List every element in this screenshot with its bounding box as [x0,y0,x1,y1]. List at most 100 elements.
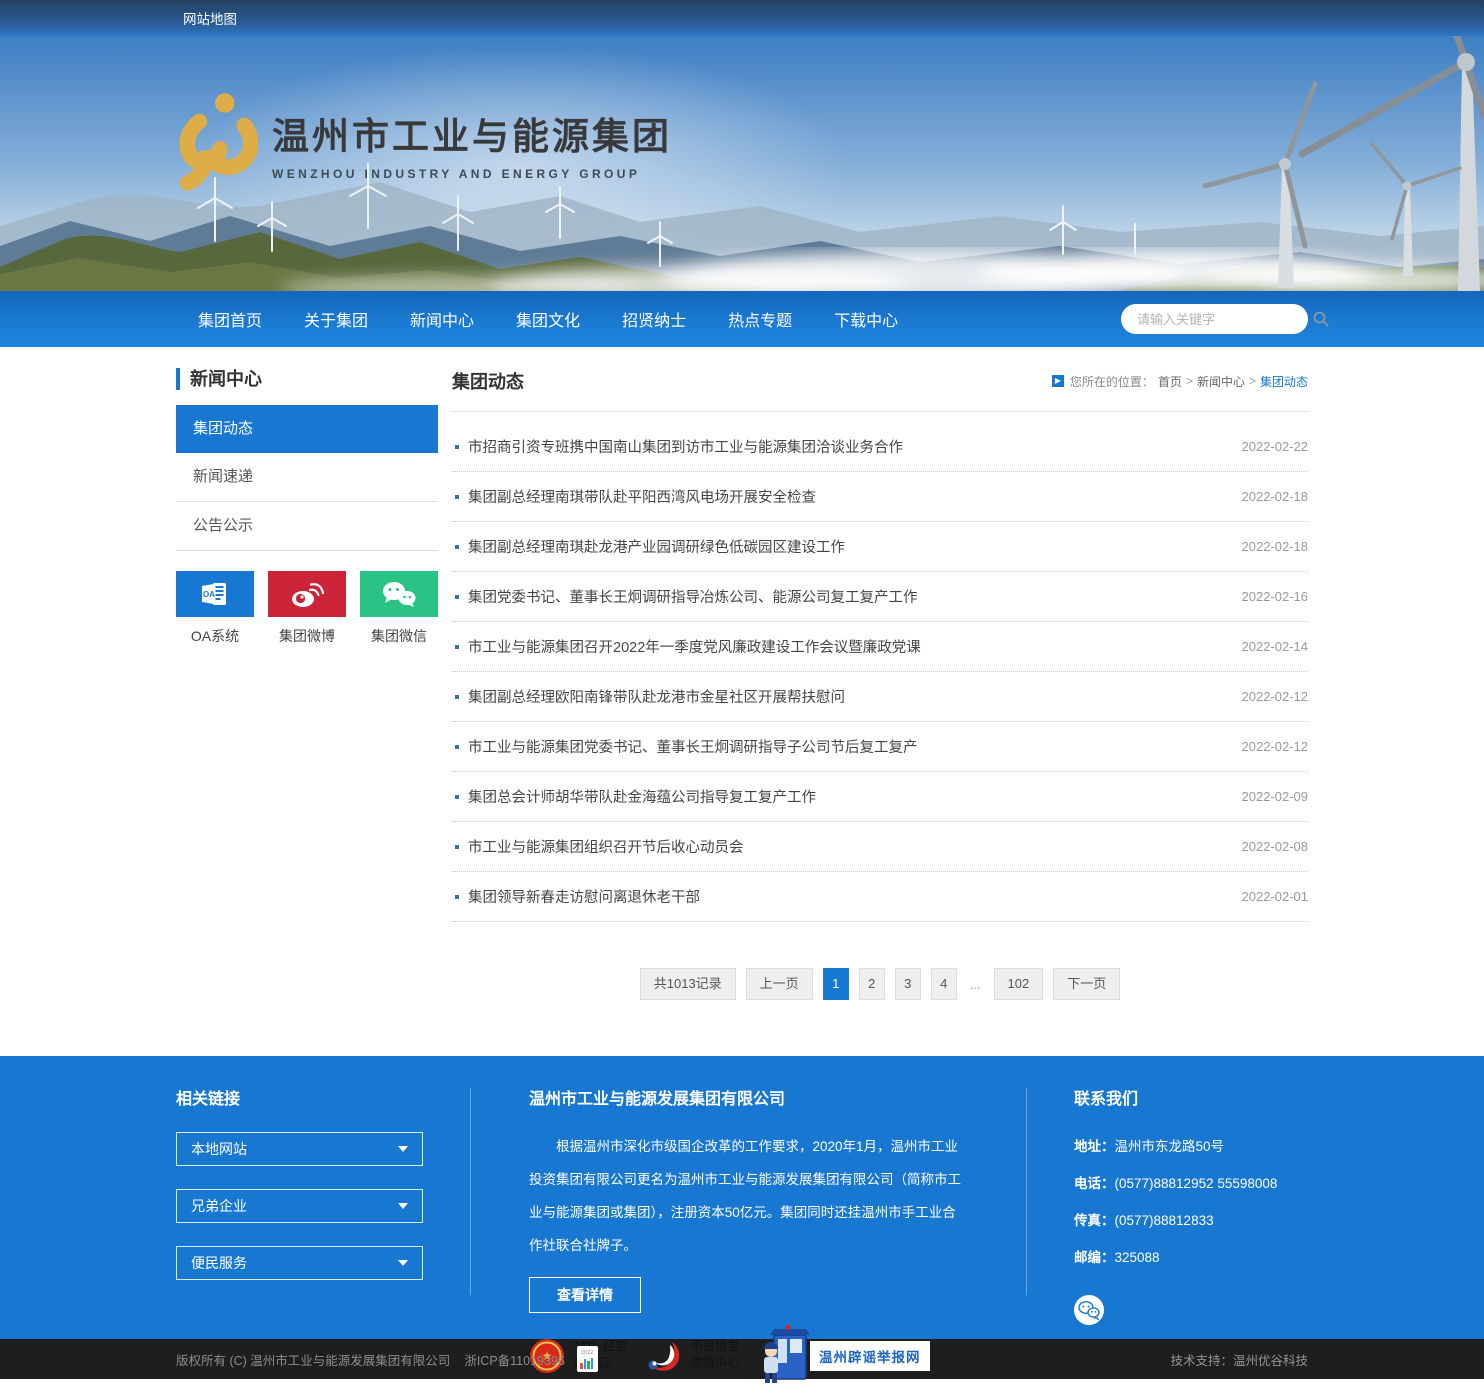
chevron-down-icon [398,1146,408,1152]
chevron-down-icon [398,1260,408,1266]
nav-item-about[interactable]: 关于集团 [304,307,368,331]
breadcrumb-current[interactable]: 集团动态 [1260,373,1308,390]
nav-item-download[interactable]: 下载中心 [834,307,898,331]
news-item[interactable]: 集团副总经理南琪赴龙港产业园调研绿色低碳园区建设工作2022-02-18 [452,522,1308,572]
shortcut-weibo[interactable]: 集团微博 [268,571,346,646]
chevron-down-icon [398,1203,408,1209]
pagination: 共1013记录 上一页 1 2 3 4 ... 102 下一页 [452,968,1308,1000]
news-item[interactable]: 市工业与能源集团党委书记、董事长王炯调研指导子公司节后复工复产2022-02-1… [452,722,1308,772]
top-bar: 网站地图 [0,0,1484,36]
footer-select-sister-companies[interactable]: 兄弟企业 [176,1189,423,1223]
pagination-prev-button[interactable]: 上一页 [746,968,813,1000]
news-section: 集团动态 ▶ 您所在的位置： 首页 > 新闻中心 > 集团动态 市招商引资专班携… [452,363,1308,1000]
bullet-icon [455,495,459,499]
main-content: 新闻中心 集团动态 新闻速递 公告公示 OA [0,347,1484,1056]
news-item[interactable]: 集团党委书记、董事长王炯调研指导冶炼公司、能源公司复工复产工作2022-02-1… [452,572,1308,622]
search-input[interactable] [1137,312,1313,327]
footer-select-services[interactable]: 便民服务 [176,1246,423,1280]
breadcrumb-home[interactable]: 首页 [1158,373,1182,390]
pagination-page-last[interactable]: 102 [994,968,1044,1000]
copyright-text: 版权所有 (C) 温州市工业与能源发展集团有限公司 [176,1350,450,1369]
police-mascot-icon [754,1325,810,1387]
nav-item-culture[interactable]: 集团文化 [516,307,580,331]
nav-item-news[interactable]: 新闻中心 [410,307,474,331]
shortcut-wechat[interactable]: 集团微信 [360,571,438,646]
contact-phone: 电话：(0577)88812952 55598008 [1074,1172,1308,1192]
news-item[interactable]: 市工业与能源集团召开2022年一季度党风廉政建设工作会议暨廉政党课2022-02… [452,622,1308,672]
bullet-icon [455,795,459,799]
footer-company-title: 温州市工业与能源发展集团有限公司 [529,1085,968,1109]
news-item[interactable]: 市招商引资专班携中国南山集团到访市工业与能源集团洽谈业务合作2022-02-22 [452,422,1308,472]
news-list: 市招商引资专班携中国南山集团到访市工业与能源集团洽谈业务合作2022-02-22… [452,422,1308,922]
page-title: 集团动态 [452,368,524,394]
contact-fax: 传真：(0577)88812833 [1074,1209,1308,1229]
footer-contact-title: 联系我们 [1074,1085,1308,1109]
bullet-icon [455,845,459,849]
piyao-label: 温州辟谣举报网 [810,1341,930,1371]
logo-icon [176,92,258,194]
location-icon: ▶ [1052,375,1064,387]
shortcut-label: OA系统 [176,626,254,646]
piyao-report-badge[interactable]: 温州辟谣举报网 [754,1325,930,1387]
bullet-icon [455,645,459,649]
main-nav: 集团首页 关于集团 新闻中心 集团文化 招贤纳士 热点专题 下载中心 [0,291,1484,347]
shortcut-oa-system[interactable]: OA OA系统 [176,571,254,646]
contact-address: 地址：温州市东龙路50号 [1074,1135,1308,1155]
bullet-icon [455,695,459,699]
shortcut-label: 集团微信 [360,626,438,646]
pagination-page-4[interactable]: 4 [931,968,957,1000]
sidebar-shortcuts: OA OA系统 集团微博 [176,571,438,646]
nav-item-topics[interactable]: 热点专题 [728,307,792,331]
bullet-icon [455,445,459,449]
footer-select-local-sites[interactable]: 本地网站 [176,1132,423,1166]
pagination-page-2[interactable]: 2 [859,968,885,1000]
pagination-page-3[interactable]: 3 [895,968,921,1000]
pagination-total: 共1013记录 [640,968,736,1000]
wechat-icon [381,580,417,608]
search-icon[interactable] [1313,311,1329,327]
footer-company-description: 根据温州市深化市级国企改革的工作要求，2020年1月，温州市工业投资集团有限公司… [529,1130,968,1262]
oa-document-icon: OA [200,582,230,606]
tech-support-text: 技术支持：温州优谷科技 [1170,1350,1308,1369]
pagination-ellipsis: ... [970,977,981,992]
news-item[interactable]: 集团副总经理南琪带队赴平阳西湾风电场开展安全检查2022-02-18 [452,472,1308,522]
weibo-icon [290,580,324,608]
news-item[interactable]: 集团总会计师胡华带队赴金海蕴公司指导复工复产工作2022-02-09 [452,772,1308,822]
bar-chart-icon [580,1358,594,1369]
icp-number[interactable]: 浙ICP备11019396 [464,1350,565,1369]
cnzz-stats-badge[interactable]: cnzz [577,1346,598,1372]
bullet-icon [455,895,459,899]
bullet-icon [455,595,459,599]
news-item[interactable]: 集团副总经理欧阳南锋带队赴龙港市金星社区开展帮扶慰问2022-02-12 [452,672,1308,722]
breadcrumb-section[interactable]: 新闻中心 [1197,373,1245,390]
sidebar-item-announcements[interactable]: 公告公示 [176,502,438,551]
site-subtitle: WENZHOU INDUSTRY AND ENERGY GROUP [272,167,672,181]
nav-item-recruit[interactable]: 招贤纳士 [622,307,686,331]
footer: 相关链接 本地网站 兄弟企业 便民服务 温州市工业与能源发展集团有限公司 根据温… [0,1056,1484,1339]
pagination-next-button[interactable]: 下一页 [1053,968,1120,1000]
breadcrumb: ▶ 您所在的位置： 首页 > 新闻中心 > 集团动态 [1052,373,1308,390]
bullet-icon [455,745,459,749]
nav-item-home[interactable]: 集团首页 [198,307,262,331]
hero-banner: 温州市工业与能源集团 WENZHOU INDUSTRY AND ENERGY G… [0,36,1484,291]
news-item[interactable]: 集团领导新春走访慰问离退休老干部2022-02-01 [452,872,1308,922]
sitemap-link[interactable]: 网站地图 [176,8,237,28]
site-logo[interactable]: 温州市工业与能源集团 WENZHOU INDUSTRY AND ENERGY G… [176,92,672,194]
view-details-button[interactable]: 查看详情 [529,1277,641,1313]
sidebar-item-news-express[interactable]: 新闻速递 [176,453,438,502]
bullet-icon [455,545,459,549]
footer-wechat-icon[interactable] [1074,1295,1104,1325]
svg-text:OA: OA [203,590,215,599]
search-box[interactable] [1121,304,1308,334]
crescent-logo-icon [642,1339,682,1373]
sidebar-title: 新闻中心 [176,368,438,390]
sidebar: 新闻中心 集团动态 新闻速递 公告公示 OA [176,363,438,646]
shortcut-label: 集团微博 [268,626,346,646]
contact-zipcode: 邮编：325088 [1074,1246,1308,1266]
sidebar-item-group-news[interactable]: 集团动态 [176,405,438,453]
breadcrumb-prefix: 您所在的位置： [1070,373,1154,390]
news-item[interactable]: 市工业与能源集团组织召开节后收心动员会2022-02-08 [452,822,1308,872]
site-title: 温州市工业与能源集团 [272,106,672,160]
report-center-badge[interactable]: 不良信息 举报中心 [642,1339,740,1373]
pagination-page-1[interactable]: 1 [823,968,849,1000]
